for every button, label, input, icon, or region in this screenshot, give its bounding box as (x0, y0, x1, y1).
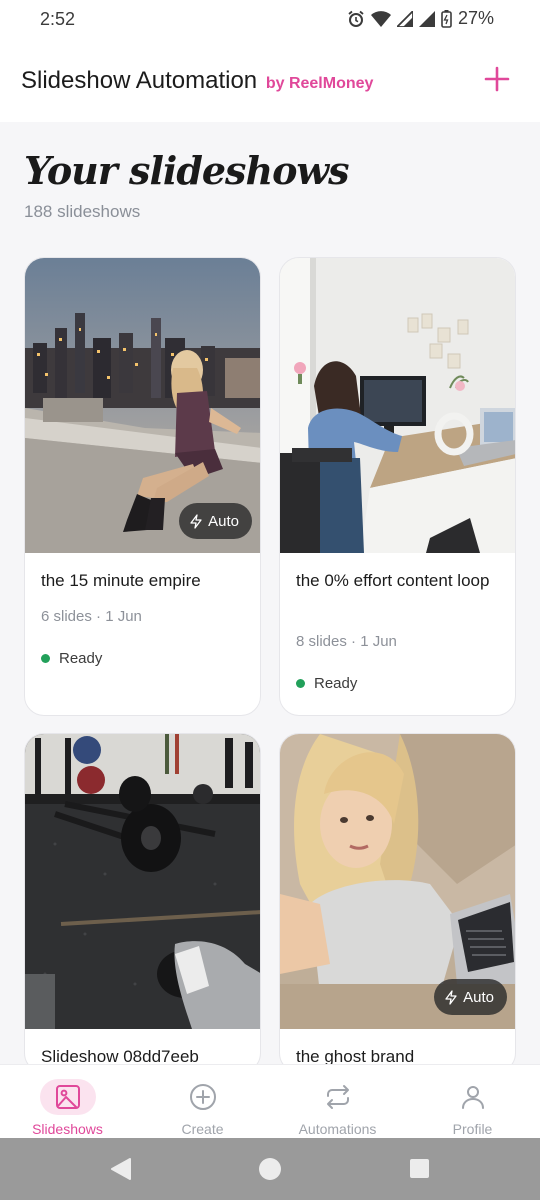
slideshow-card[interactable]: Auto the ghost brand (279, 733, 516, 1064)
system-nav-bar (0, 1138, 540, 1200)
system-home-button[interactable] (258, 1157, 282, 1186)
user-icon (461, 1086, 484, 1109)
nav-icon-wrap (310, 1079, 366, 1115)
wifi-icon (370, 10, 391, 27)
card-title: the 0% effort content loop (296, 571, 490, 590)
app-header: Slideshow Automation by ReelMoney (0, 40, 540, 122)
card-thumbnail: Auto (25, 258, 260, 553)
nav-icon-wrap (445, 1079, 501, 1115)
card-meta: 6 slides · 1 Jun (41, 608, 142, 625)
status-icons: 27% (347, 8, 494, 29)
card-status-label: Ready (59, 650, 103, 667)
app-byline: by ReelMoney (265, 75, 374, 92)
bolt-icon (190, 513, 202, 529)
plus-icon (484, 66, 510, 92)
card-title: the ghost brand (296, 1047, 415, 1064)
app-title-text: Slideshow Automation (21, 67, 258, 94)
desk-workspace-image (280, 258, 515, 553)
main-content: Your slideshows 188 slideshows Auto the … (0, 122, 540, 1064)
nav-label: Automations (298, 1121, 377, 1137)
card-status-label: Ready (314, 675, 358, 692)
nav-tab-automations[interactable]: Automations (270, 1065, 405, 1139)
gym-floor-image (25, 734, 260, 1029)
card-meta: 8 slides · 1 Jun (296, 633, 397, 650)
auto-badge-label: Auto (208, 512, 239, 530)
plus-circle-icon (189, 1084, 216, 1110)
auto-badge-label: Auto (463, 988, 494, 1006)
system-back-button[interactable] (110, 1157, 132, 1186)
system-recents-button[interactable] (409, 1158, 430, 1184)
card-status: Ready (41, 650, 102, 667)
nav-label: Slideshows (32, 1121, 103, 1137)
nav-tab-profile[interactable]: Profile (405, 1065, 540, 1139)
slideshow-card[interactable]: the 0% effort content loop 8 slides · 1 … (279, 257, 516, 716)
back-triangle-icon (111, 1158, 131, 1180)
app-title: Slideshow Automation by ReelMoney (21, 67, 373, 95)
card-status: Ready (296, 675, 357, 692)
battery-icon (441, 9, 452, 28)
nav-icon-wrap (175, 1079, 231, 1115)
card-title: Slideshow 08dd7eeb (41, 1047, 199, 1064)
nav-label: Profile (452, 1121, 493, 1137)
nav-icon-wrap (39, 1079, 96, 1115)
slideshow-card[interactable]: Slideshow 08dd7eeb (24, 733, 261, 1064)
signal-icon (396, 10, 413, 27)
battery-percent: 27% (457, 8, 494, 28)
auto-badge: Auto (179, 503, 252, 539)
recents-square-icon (410, 1159, 429, 1178)
image-icon (55, 1085, 80, 1109)
repeat-icon (326, 1085, 349, 1109)
card-thumbnail: Auto (280, 734, 515, 1029)
card-thumbnail (280, 258, 515, 553)
nav-tab-slideshows[interactable]: Slideshows (0, 1065, 135, 1139)
nav-label: Create (181, 1121, 224, 1137)
ready-dot-icon (296, 679, 305, 688)
slideshow-count: 188 slideshows (24, 202, 141, 221)
card-thumbnail (25, 734, 260, 1029)
status-bar: 2:52 27% (0, 0, 540, 40)
card-title: the 15 minute empire (41, 571, 201, 590)
signal-icon-2 (418, 10, 435, 27)
add-slideshow-button[interactable] (484, 66, 510, 92)
alarm-icon (348, 10, 364, 27)
page-title: Your slideshows (24, 148, 350, 193)
auto-badge: Auto (434, 979, 507, 1015)
slideshow-card[interactable]: Auto the 15 minute empire 6 slides · 1 J… (24, 257, 261, 716)
bottom-nav: Slideshows Create Automations Profile (0, 1064, 540, 1138)
status-time: 2:52 (40, 9, 76, 29)
ready-dot-icon (41, 654, 50, 663)
home-circle-icon (259, 1158, 281, 1180)
nav-tab-create[interactable]: Create (135, 1065, 270, 1139)
bolt-icon (445, 989, 457, 1005)
